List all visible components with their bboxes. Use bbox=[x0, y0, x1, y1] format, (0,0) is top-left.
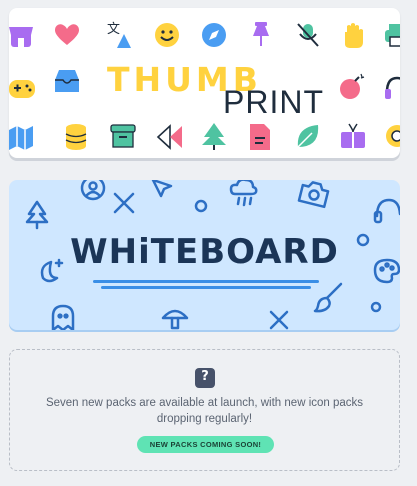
hand-icon bbox=[345, 23, 363, 48]
archive-icon bbox=[110, 124, 136, 148]
title-underline bbox=[93, 280, 319, 283]
mystery-box-icon: ? bbox=[195, 368, 215, 388]
mic-off-icon bbox=[297, 23, 319, 47]
brush-icon bbox=[313, 282, 343, 313]
circle-icon bbox=[194, 199, 208, 213]
headphones-icon bbox=[373, 198, 400, 224]
ghost-icon bbox=[51, 304, 75, 330]
gamepad-icon bbox=[9, 80, 35, 98]
thumbprint-pack-card[interactable]: 文 THUMB PRINT bbox=[9, 8, 400, 158]
gift-icon bbox=[341, 123, 365, 148]
shop-icon bbox=[9, 27, 33, 47]
coming-soon-description: Seven new packs are available at launch,… bbox=[45, 397, 364, 425]
printer-icon bbox=[385, 24, 400, 47]
map-icon bbox=[9, 126, 33, 150]
circle-icon bbox=[370, 301, 382, 313]
coming-soon-card: ? Seven new packs are available at launc… bbox=[9, 349, 400, 471]
pack-title-print: PRINT bbox=[223, 84, 324, 120]
coming-soon-badge: NEW PACKS COMING SOON! bbox=[137, 436, 274, 453]
heart-icon bbox=[55, 24, 79, 45]
bomb-icon bbox=[340, 73, 365, 99]
pack-title-whiteboard: WHiTEBOARD bbox=[70, 232, 339, 272]
settings-icon bbox=[386, 125, 400, 147]
pin-icon bbox=[253, 22, 269, 46]
database-icon bbox=[65, 124, 87, 150]
arrow-icon bbox=[151, 180, 173, 198]
whiteboard-pack-card[interactable]: WHiTEBOARD bbox=[9, 180, 400, 330]
camera-icon bbox=[297, 181, 330, 209]
rewind-icon bbox=[156, 124, 182, 150]
tree-icon bbox=[202, 123, 226, 150]
headphones-icon bbox=[385, 76, 400, 99]
cross-icon bbox=[113, 192, 135, 214]
user-icon bbox=[80, 180, 106, 201]
mushroom-icon bbox=[161, 309, 189, 330]
cross-icon bbox=[269, 310, 289, 330]
cloud-rain-icon bbox=[229, 180, 258, 207]
tree-icon bbox=[25, 200, 49, 230]
svg-text:文: 文 bbox=[107, 22, 120, 37]
title-underline bbox=[101, 286, 311, 289]
translate-icon: 文 bbox=[107, 22, 131, 48]
document-icon bbox=[250, 124, 270, 150]
compass-icon bbox=[202, 23, 226, 47]
smile-icon bbox=[155, 23, 179, 47]
leaf-icon bbox=[297, 125, 319, 148]
inbox-icon bbox=[55, 70, 79, 92]
